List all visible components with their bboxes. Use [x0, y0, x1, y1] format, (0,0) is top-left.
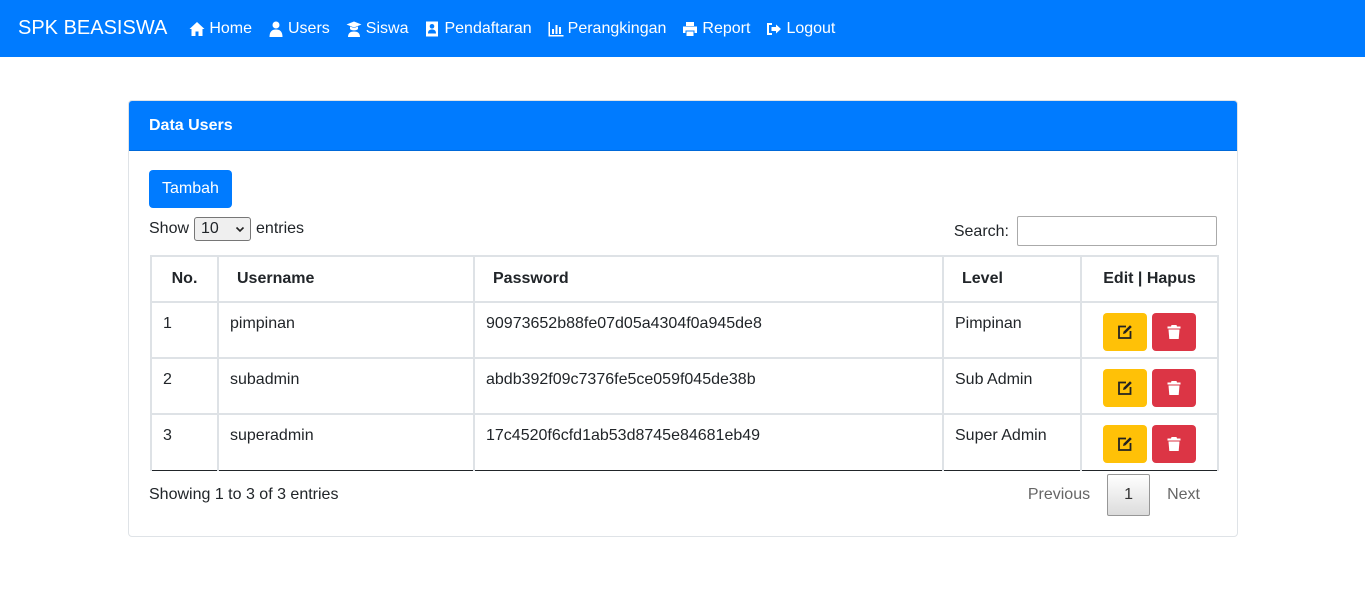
cell-level: Pimpinan	[942, 301, 1082, 359]
entries-label: entries	[256, 220, 305, 237]
nav-perangkingan-label: Perangkingan	[567, 19, 667, 37]
cell-username: superadmin	[217, 413, 475, 471]
chevron-down-icon	[235, 226, 245, 233]
header-no[interactable]: No.	[150, 255, 219, 303]
next-button[interactable]: Next	[1150, 474, 1217, 516]
print-icon	[683, 21, 698, 36]
search-input[interactable]	[1017, 216, 1217, 246]
table-row: 3 superadmin 17c4520f6cfd1ab53d8745e8468…	[150, 413, 1219, 471]
previous-button[interactable]: Previous	[1011, 474, 1107, 516]
cell-actions	[1080, 357, 1219, 415]
cell-no: 1	[150, 301, 219, 359]
nav-logout[interactable]: Logout	[766, 20, 835, 38]
delete-button[interactable]	[1152, 425, 1196, 463]
data-users-card: Data Users Tambah Show 10 entries Search…	[128, 100, 1238, 537]
header-actions: Edit | Hapus	[1080, 255, 1219, 303]
nav-home[interactable]: Home	[189, 20, 252, 38]
cell-actions	[1080, 413, 1219, 471]
cell-actions	[1080, 301, 1219, 359]
users-table: No. Username Password Level Edit | Hapus…	[150, 255, 1219, 471]
edit-button[interactable]	[1103, 313, 1147, 351]
top-navbar: SPK BEASISWA Home Users Siswa Pendaftara…	[0, 0, 1365, 57]
table-row: 1 pimpinan 90973652b88fe07d05a4304f0a945…	[150, 301, 1219, 359]
nav-perangkingan[interactable]: Perangkingan	[548, 19, 667, 38]
page-length-select[interactable]: 10	[194, 217, 252, 241]
edit-icon	[1118, 437, 1132, 451]
cell-no: 2	[150, 357, 219, 415]
search-label: Search:	[953, 223, 1009, 240]
nav-pendaftaran[interactable]: Pendaftaran	[424, 19, 532, 38]
nav-home-label: Home	[209, 19, 252, 37]
trash-icon	[1167, 437, 1181, 451]
nav-users[interactable]: Users	[268, 20, 330, 38]
logout-icon	[767, 22, 782, 35]
nav-pendaftaran-label: Pendaftaran	[444, 19, 532, 37]
home-icon	[189, 21, 205, 36]
search-control: Search:	[954, 216, 1217, 246]
edit-button[interactable]	[1103, 369, 1147, 407]
nav-report-label: Report	[702, 19, 751, 37]
cell-password: 17c4520f6cfd1ab53d8745e84681eb49	[473, 413, 944, 471]
page-length-control: Show 10 entries	[149, 217, 304, 241]
header-level[interactable]: Level	[942, 255, 1082, 303]
nav-siswa[interactable]: Siswa	[346, 19, 409, 38]
add-user-button[interactable]: Tambah	[149, 170, 232, 208]
cell-password: 90973652b88fe07d05a4304f0a945de8	[473, 301, 944, 359]
nav-logout-label: Logout	[786, 19, 836, 37]
page-length-value: 10	[201, 220, 219, 237]
header-username[interactable]: Username	[217, 255, 475, 303]
cell-level: Super Admin	[942, 413, 1082, 471]
nav-siswa-label: Siswa	[365, 19, 409, 37]
student-icon	[346, 21, 362, 37]
table-header-row: No. Username Password Level Edit | Hapus	[150, 255, 1219, 303]
table-info: Showing 1 to 3 of 3 entries	[149, 486, 339, 503]
edit-icon	[1118, 381, 1132, 395]
brand-title[interactable]: SPK BEASISWA	[18, 17, 167, 40]
trash-icon	[1167, 381, 1181, 395]
show-label: Show	[149, 220, 190, 237]
users-icon	[269, 21, 283, 37]
edit-icon	[1118, 325, 1132, 339]
pagination: Previous 1 Next	[1011, 474, 1217, 516]
edit-button[interactable]	[1103, 425, 1147, 463]
cell-password: abdb392f09c7376fe5ce059f045de38b	[473, 357, 944, 415]
card-title: Data Users	[129, 101, 1237, 151]
cell-level: Sub Admin	[942, 357, 1082, 415]
cell-username: subadmin	[217, 357, 475, 415]
cell-no: 3	[150, 413, 219, 471]
address-card-icon	[426, 21, 439, 36]
nav-users-label: Users	[288, 19, 330, 37]
delete-button[interactable]	[1152, 369, 1196, 407]
delete-button[interactable]	[1152, 313, 1196, 351]
table-row: 2 subadmin abdb392f09c7376fe5ce059f045de…	[150, 357, 1219, 415]
bar-chart-icon	[548, 21, 564, 36]
cell-username: pimpinan	[217, 301, 475, 359]
header-password[interactable]: Password	[473, 255, 944, 303]
page-1-button[interactable]: 1	[1107, 474, 1151, 516]
nav-report[interactable]: Report	[682, 20, 750, 38]
trash-icon	[1167, 325, 1181, 339]
